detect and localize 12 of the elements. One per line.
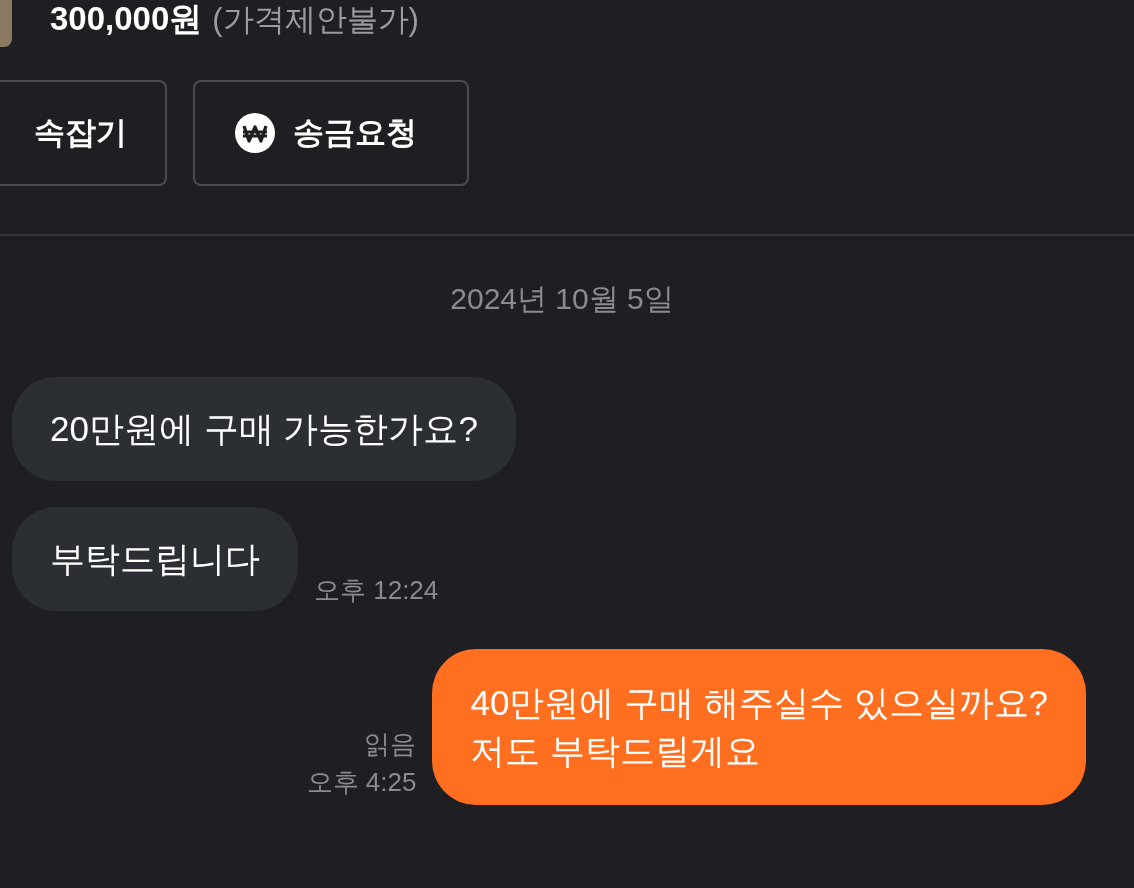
price-note: (가격제안불가) — [212, 1, 419, 40]
message-bubble: 40만원에 구매 해주실수 있으실까요? 저도 부탁드릴게요 — [432, 649, 1086, 805]
action-button[interactable]: 속잡기 — [0, 80, 167, 186]
message-bubble: 20만원에 구매 가능한가요? — [12, 377, 516, 481]
action-button[interactable]: 송금요청 — [193, 80, 469, 186]
read-receipt: 읽음 — [364, 728, 417, 761]
message-time: 오후 4:25 — [306, 766, 417, 799]
won-coin-icon — [235, 113, 275, 153]
date-divider: 2024년 10월 5일 — [450, 281, 674, 317]
message-bubble: 부탁드립니다 — [12, 507, 298, 611]
price: 300,000원 — [50, 0, 203, 40]
message-time: 오후 12:24 — [314, 574, 439, 607]
